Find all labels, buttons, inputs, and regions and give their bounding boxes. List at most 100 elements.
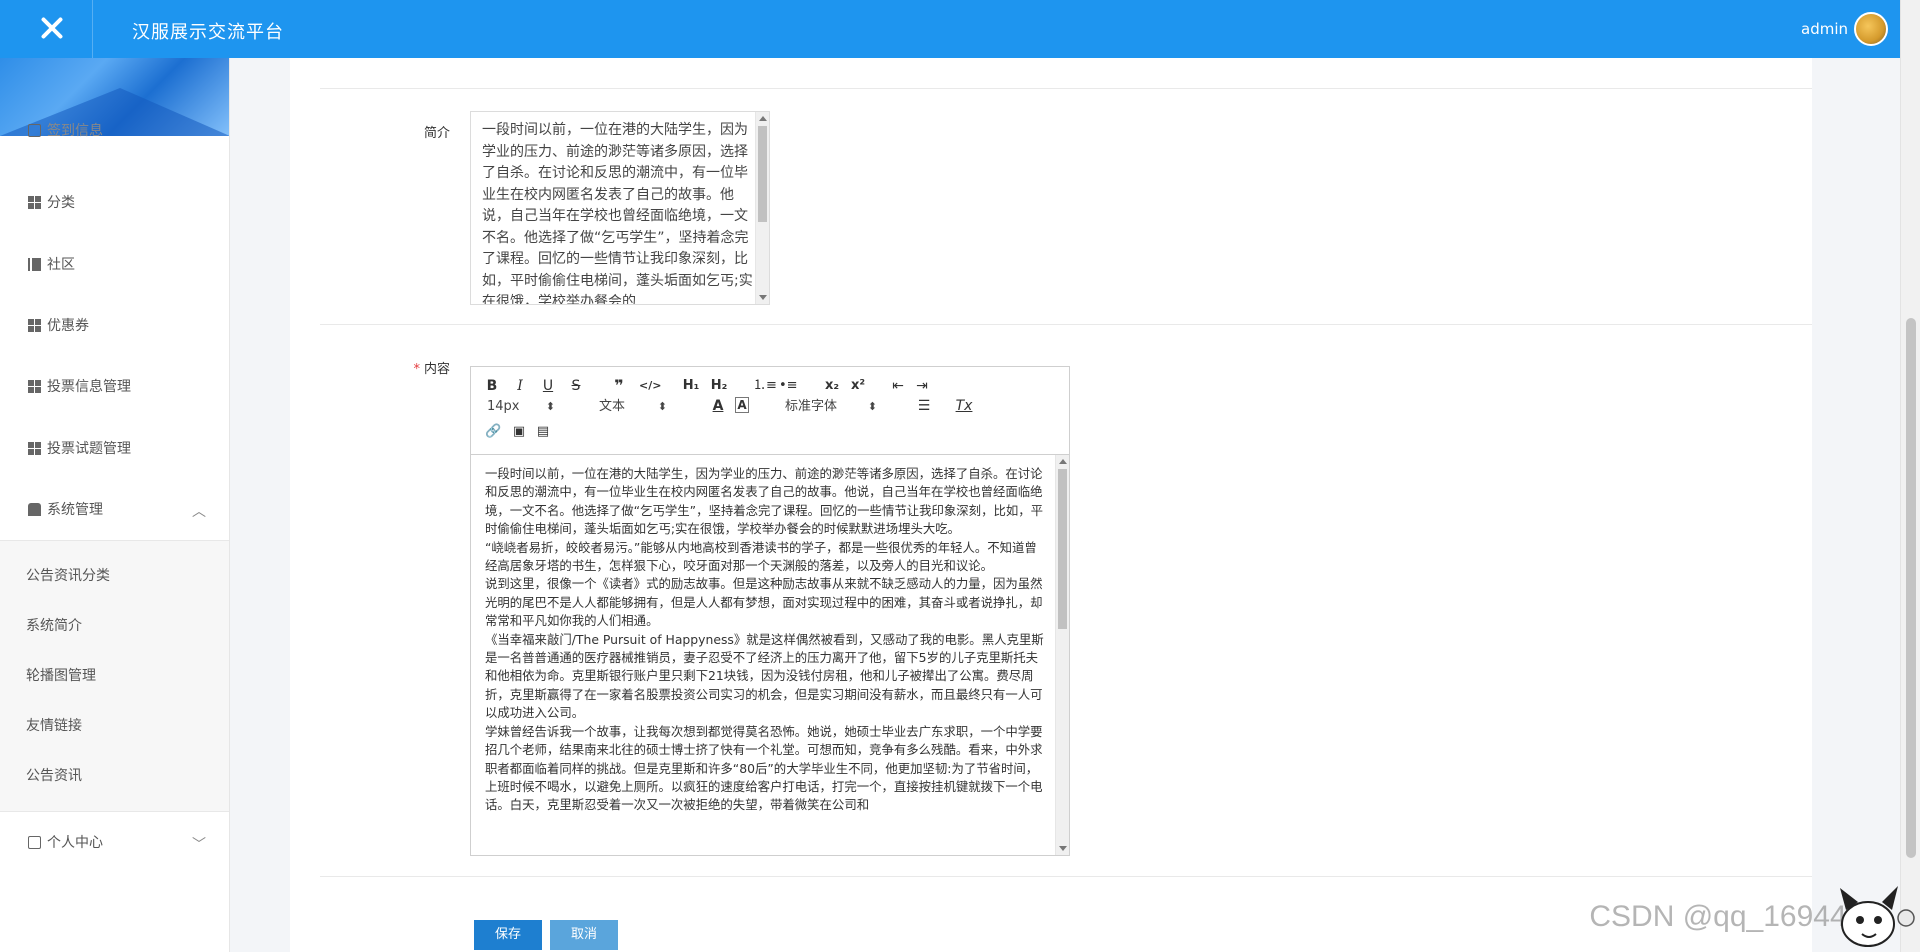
background-color-icon[interactable]: A [735, 397, 749, 413]
intro-label: 简介 [423, 126, 450, 141]
block-type-value: 文本 [599, 399, 626, 414]
underline-icon[interactable]: U [541, 377, 555, 395]
form-panel: 简介 一段时间以前，一位在港的大陆学生，因为学业的压力、前途的渺茫等诸多原因，选… [290, 58, 1812, 952]
sidebar: 签到信息 分类 社区 优惠券 投票信息管理 投票试题管理 系统管理 ︿ 公告资讯… [0, 58, 230, 952]
sidebar-item-vote-info[interactable]: 投票信息管理 [0, 362, 229, 410]
divider [320, 324, 1812, 325]
id-card-icon [28, 835, 41, 849]
sidebar-item-label: 签到信息 [47, 123, 103, 139]
mascot-image [1840, 886, 1915, 947]
superscript-icon[interactable]: x² [849, 377, 867, 395]
sidebar-item-category[interactable]: 分类 [0, 178, 229, 226]
font-size-select[interactable]: 14px ⬍ [487, 397, 555, 417]
sidebar-item-community[interactable]: 社区 [0, 240, 229, 288]
grid-icon [28, 318, 41, 332]
cancel-button[interactable]: 取消 [550, 920, 618, 950]
sidebar-item-label: 优惠券 [47, 318, 89, 334]
sidebar-item-label: 个人中心 [47, 835, 103, 851]
content-paragraph: 学妹曾经告诉我一个故事，让我每次想到都觉得莫名恐怖。她说，她硕士毕业去广东求职，… [485, 723, 1043, 813]
blockquote-icon[interactable]: ❞ [611, 377, 627, 395]
image-icon[interactable]: ▣ [511, 423, 527, 441]
book-icon [28, 257, 41, 271]
top-bar: 汉服展示交流平台 admin [0, 0, 1900, 58]
save-button[interactable]: 保存 [474, 920, 542, 950]
scroll-down-icon[interactable] [759, 295, 767, 300]
chevron-down-icon: ﹀ [192, 837, 206, 853]
content-paragraph: 《当幸福来敲门/The Pursuit of Happyness》就是这样偶然被… [485, 631, 1044, 721]
submenu-item-label: 系统简介 [26, 618, 82, 634]
username[interactable]: admin [1801, 20, 1848, 38]
app-title: 汉服展示交流平台 [132, 22, 284, 43]
page-scrollbar[interactable] [1900, 0, 1920, 952]
scroll-up-icon[interactable] [759, 116, 767, 121]
font-size-value: 14px [487, 399, 520, 414]
align-icon[interactable]: ☰ [915, 397, 933, 415]
system-icon [28, 502, 41, 516]
block-type-select[interactable]: 文本 ⬍ [599, 397, 667, 417]
submenu-item-notice[interactable]: 公告资讯 [0, 750, 229, 800]
italic-icon[interactable]: I [513, 377, 527, 395]
strike-icon[interactable]: S [569, 377, 583, 395]
avatar[interactable] [1854, 12, 1888, 46]
submenu-item-notice-category[interactable]: 公告资讯分类 [0, 550, 229, 600]
submenu-item-carousel[interactable]: 轮播图管理 [0, 650, 229, 700]
textarea-scrollbar[interactable] [755, 112, 769, 304]
heading1-icon[interactable]: H₁ [681, 377, 701, 395]
heading2-icon[interactable]: H₂ [709, 377, 729, 395]
sidebar-item-label: 投票试题管理 [47, 441, 131, 457]
sidebar-item-personal-center[interactable]: 个人中心 ﹀ [0, 818, 229, 866]
grid-icon [28, 441, 41, 455]
scroll-up-icon[interactable] [1059, 459, 1067, 464]
select-caret-icon: ⬍ [545, 400, 555, 413]
font-family-value: 标准字体 [785, 399, 838, 414]
scroll-down-icon[interactable] [1059, 846, 1067, 851]
content-paragraph: 说到这里，很像一个《读者》式的励志故事。但是这种励志故事从来就不缺乏感动人的力量… [485, 576, 1043, 629]
grid-icon [28, 195, 41, 209]
scroll-thumb[interactable] [1058, 469, 1067, 629]
topbar-divider [92, 0, 93, 58]
page-scroll-thumb[interactable] [1906, 318, 1916, 858]
bullet-list-icon[interactable]: •≡ [779, 377, 798, 395]
sidebar-item-system[interactable]: 系统管理 ︿ [0, 485, 229, 533]
submenu-item-label: 公告资讯分类 [26, 568, 110, 584]
sidebar-item-label: 系统管理 [47, 502, 103, 518]
sidebar-item-checkin[interactable]: 签到信息 [0, 116, 229, 144]
system-submenu: 公告资讯分类 系统简介 轮播图管理 友情链接 公告资讯 [0, 540, 229, 812]
font-family-select[interactable]: 标准字体 ⬍ [785, 397, 877, 417]
sidebar-item-vote-questions[interactable]: 投票试题管理 [0, 424, 229, 472]
submenu-item-friend-links[interactable]: 友情链接 [0, 700, 229, 750]
close-icon[interactable] [36, 12, 68, 44]
submenu-item-label: 轮播图管理 [26, 668, 96, 684]
scroll-thumb[interactable] [758, 126, 767, 222]
editor-content: 一段时间以前，一位在港的大陆学生，因为学业的压力、前途的渺茫等诸多原因，选择了自… [485, 465, 1045, 815]
required-mark: * [413, 362, 420, 377]
submenu-item-system-intro[interactable]: 系统简介 [0, 600, 229, 650]
sidebar-item-label: 投票信息管理 [47, 379, 131, 395]
link-icon[interactable]: 🔗 [485, 423, 501, 441]
select-caret-icon: ⬍ [867, 400, 877, 413]
subscript-icon[interactable]: x₂ [823, 377, 841, 395]
editor-content-area[interactable]: 一段时间以前，一位在港的大陆学生，因为学业的压力、前途的渺茫等诸多原因，选择了自… [471, 455, 1069, 855]
video-icon[interactable]: ▤ [535, 423, 551, 441]
content-paragraph: “峣峣者易折，皎皎者易污。”能够从内地高校到香港读书的学子，都是一些很优秀的年轻… [485, 539, 1037, 574]
intro-text: 一段时间以前，一位在港的大陆学生，因为学业的压力、前途的渺茫等诸多原因，选择了自… [482, 122, 753, 305]
content-label-text: 内容 [423, 362, 450, 377]
clear-format-icon[interactable]: Tx [955, 397, 973, 415]
editor-scrollbar[interactable] [1055, 455, 1069, 855]
chevron-up-icon: ︿ [192, 504, 206, 520]
divider [320, 876, 1812, 877]
indent-icon[interactable]: ⇥ [913, 377, 931, 395]
code-icon[interactable]: </> [639, 377, 661, 395]
content-label: * 内容 [370, 358, 450, 377]
sidebar-item-label: 分类 [47, 195, 75, 211]
rich-text-editor: B I U S ❞ </> H₁ H₂ ⒈≡ •≡ x₂ x² ⇤ ⇥ 14px… [470, 366, 1070, 856]
checkin-icon [28, 123, 41, 137]
outdent-icon[interactable]: ⇤ [889, 377, 907, 395]
submenu-item-label: 公告资讯 [26, 768, 82, 784]
intro-textarea[interactable]: 一段时间以前，一位在港的大陆学生，因为学业的压力、前途的渺茫等诸多原因，选择了自… [470, 111, 770, 305]
sidebar-item-coupon[interactable]: 优惠券 [0, 301, 229, 349]
font-color-icon[interactable]: A [711, 397, 725, 415]
ordered-list-icon[interactable]: ⒈≡ [753, 377, 777, 395]
bold-icon[interactable]: B [485, 377, 499, 395]
submenu-item-label: 友情链接 [26, 718, 82, 734]
